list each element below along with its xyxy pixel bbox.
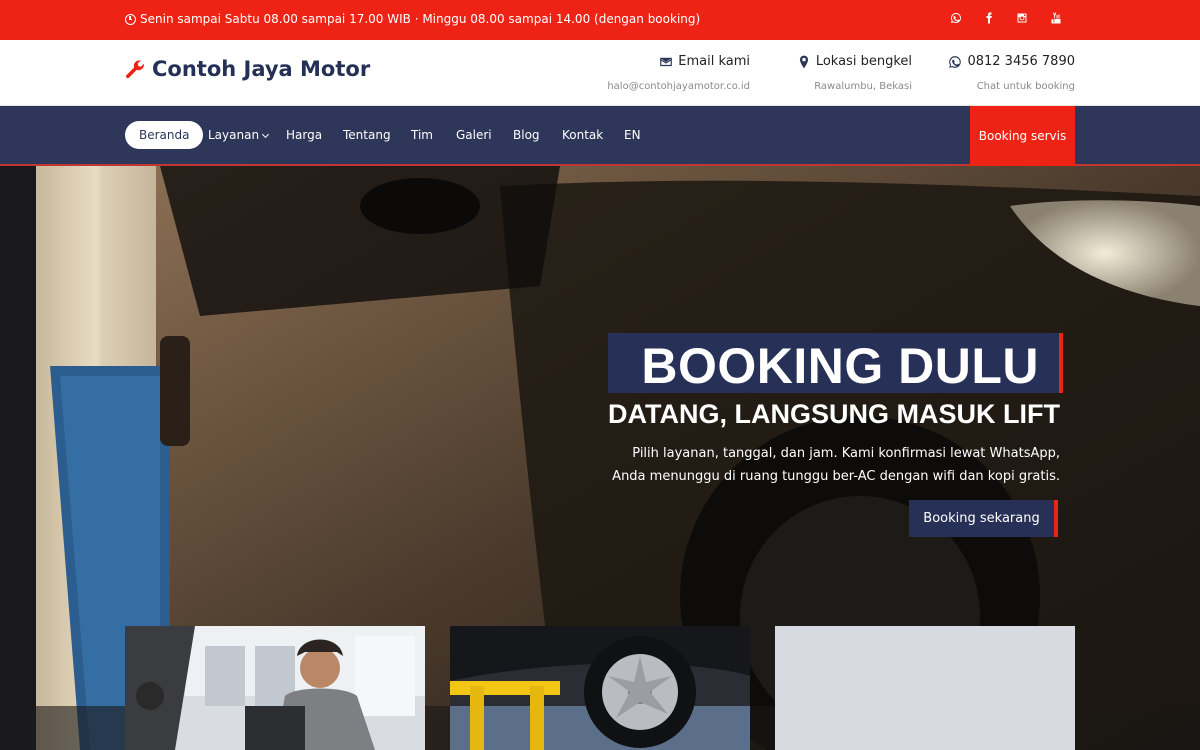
hero-headline-box: BOOKING DULU <box>608 333 1063 394</box>
nav-item-tim[interactable]: Tim <box>411 128 433 142</box>
contact-location-title: Lokasi bengkel <box>815 54 912 69</box>
service-card-wheel[interactable] <box>450 626 750 750</box>
whatsapp-icon <box>949 55 962 68</box>
hero-description-line-2: Anda menunggu di ruang tunggu ber-AC den… <box>612 469 1060 484</box>
wrench-icon <box>126 60 144 79</box>
contact-phone-note: Chat untuk booking <box>976 81 1075 92</box>
booking-sekarang-button[interactable]: Booking sekarang <box>909 500 1058 537</box>
booking-servis-button[interactable]: Booking servis <box>970 106 1075 166</box>
hero-description: Pilih layanan, tanggal, dan jam. Kami ko… <box>540 442 1060 488</box>
contact-location-address: Rawalumbu, Bekasi <box>814 81 912 92</box>
contact-email-address: halo@contohjayamotor.co.id <box>607 81 750 92</box>
nav-item-harga[interactable]: Harga <box>286 128 322 142</box>
nav-item-beranda[interactable]: Beranda <box>125 121 204 149</box>
nav-item-kontak[interactable]: Kontak <box>562 128 603 142</box>
facebook-icon[interactable] <box>982 11 996 25</box>
clock-icon <box>125 13 136 25</box>
contact-email[interactable]: Email kami halo@contohjayamotor.co.id <box>607 54 750 92</box>
brand-name: Contoh Jaya Motor <box>152 57 371 81</box>
nav-item-language[interactable]: EN <box>624 128 641 142</box>
nav-item-galeri[interactable]: Galeri <box>456 128 492 142</box>
contact-location[interactable]: Lokasi bengkel Rawalumbu, Bekasi <box>797 54 912 92</box>
opening-hours: Senin sampai Sabtu 08.00 sampai 17.00 WI… <box>125 12 700 26</box>
nav-item-layanan-label: Layanan <box>208 128 260 142</box>
brand-logo[interactable]: Contoh Jaya Motor <box>124 57 370 81</box>
service-card-mechanic[interactable] <box>125 626 425 750</box>
map-marker-icon <box>799 55 808 68</box>
envelope-icon <box>660 57 673 66</box>
contact-phone-number: 0812 3456 7890 <box>967 54 1075 69</box>
hero-subheadline: DATANG, LANGSUNG MASUK LIFT <box>608 399 1060 429</box>
youtube-icon[interactable] <box>1049 11 1063 25</box>
contact-email-title: Email kami <box>678 54 750 69</box>
instagram-icon[interactable] <box>1015 11 1029 25</box>
hero-description-line-1: Pilih layanan, tanggal, dan jam. Kami ko… <box>632 446 1060 461</box>
contact-phone[interactable]: 0812 3456 7890 Chat untuk booking <box>948 54 1075 92</box>
mechanic-photo <box>125 626 425 750</box>
nav-item-layanan[interactable]: Layanan <box>208 128 270 142</box>
nav-item-tentang[interactable]: Tentang <box>343 128 391 142</box>
main-nav: Beranda Layanan Harga Tentang Tim Galeri… <box>0 106 1200 166</box>
opening-hours-text: Senin sampai Sabtu 08.00 sampai 17.00 WI… <box>140 12 701 26</box>
nav-item-blog[interactable]: Blog <box>513 128 540 142</box>
site-header: Contoh Jaya Motor Email kami halo@contoh… <box>0 40 1200 106</box>
whatsapp-icon[interactable] <box>949 11 963 25</box>
chevron-down-icon <box>262 130 270 139</box>
top-bar: Senin sampai Sabtu 08.00 sampai 17.00 WI… <box>0 0 1200 40</box>
service-card-placeholder[interactable] <box>775 626 1075 750</box>
hero-headline: BOOKING DULU <box>641 338 1039 394</box>
car-wheel-lift-photo <box>450 626 750 750</box>
